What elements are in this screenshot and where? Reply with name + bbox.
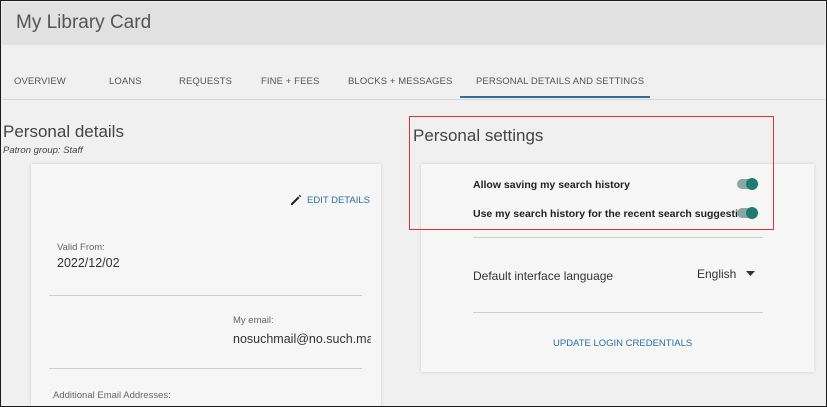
personal-settings-heading: Personal settings bbox=[413, 126, 544, 145]
search-suggestions-toggle[interactable] bbox=[737, 207, 758, 219]
valid-from-label: Valid From: bbox=[57, 242, 105, 253]
personal-details-heading: Personal details bbox=[3, 122, 124, 141]
email-value: nosuchmail@no.such.mail.c bbox=[233, 332, 371, 346]
settings-divider-1 bbox=[473, 237, 763, 238]
tab-bar: OVERVIEW LOANS REQUESTS FINE + FEES BLOC… bbox=[2, 45, 825, 100]
details-divider-2 bbox=[49, 368, 362, 369]
tab-fine-fees[interactable]: FINE + FEES bbox=[261, 76, 319, 87]
language-label: Default interface language bbox=[473, 269, 614, 283]
language-select[interactable]: English bbox=[697, 267, 756, 281]
toggle-label-save-history: Allow saving my search history bbox=[473, 179, 630, 191]
tab-loans[interactable]: LOANS bbox=[109, 76, 142, 87]
edit-details-button[interactable]: EDIT DETAILS bbox=[289, 193, 370, 207]
page-title: My Library Card bbox=[16, 12, 152, 33]
tab-blocks-messages[interactable]: BLOCKS + MESSAGES bbox=[348, 76, 452, 87]
tab-overview[interactable]: OVERVIEW bbox=[14, 76, 66, 87]
tab-personal-details-settings[interactable]: PERSONAL DETAILS AND SETTINGS bbox=[476, 76, 644, 87]
toggle-knob bbox=[746, 178, 758, 190]
toggle-knob bbox=[746, 207, 758, 219]
patron-group: Patron group: Staff bbox=[3, 145, 83, 156]
page-header: My Library Card bbox=[2, 2, 825, 45]
save-history-toggle[interactable] bbox=[737, 178, 758, 190]
library-card-window: My Library Card OVERVIEW LOANS REQUESTS … bbox=[0, 0, 827, 407]
tab-requests[interactable]: REQUESTS bbox=[179, 76, 232, 87]
settings-divider-2 bbox=[473, 312, 763, 313]
update-login-credentials-button[interactable]: UPDATE LOGIN CREDENTIALS bbox=[553, 338, 692, 349]
toggle-label-search-suggestions: Use my search history for the recent sea… bbox=[473, 208, 757, 220]
edit-details-label: EDIT DETAILS bbox=[307, 194, 370, 206]
email-label: My email: bbox=[233, 315, 274, 326]
details-divider-1 bbox=[49, 295, 362, 296]
language-value: English bbox=[697, 267, 737, 281]
additional-email-label: Additional Email Addresses: bbox=[53, 390, 171, 401]
valid-from-value: 2022/12/02 bbox=[57, 256, 120, 270]
caret-down-icon bbox=[746, 271, 756, 276]
active-tab-indicator bbox=[460, 96, 650, 98]
pencil-icon bbox=[291, 194, 302, 205]
